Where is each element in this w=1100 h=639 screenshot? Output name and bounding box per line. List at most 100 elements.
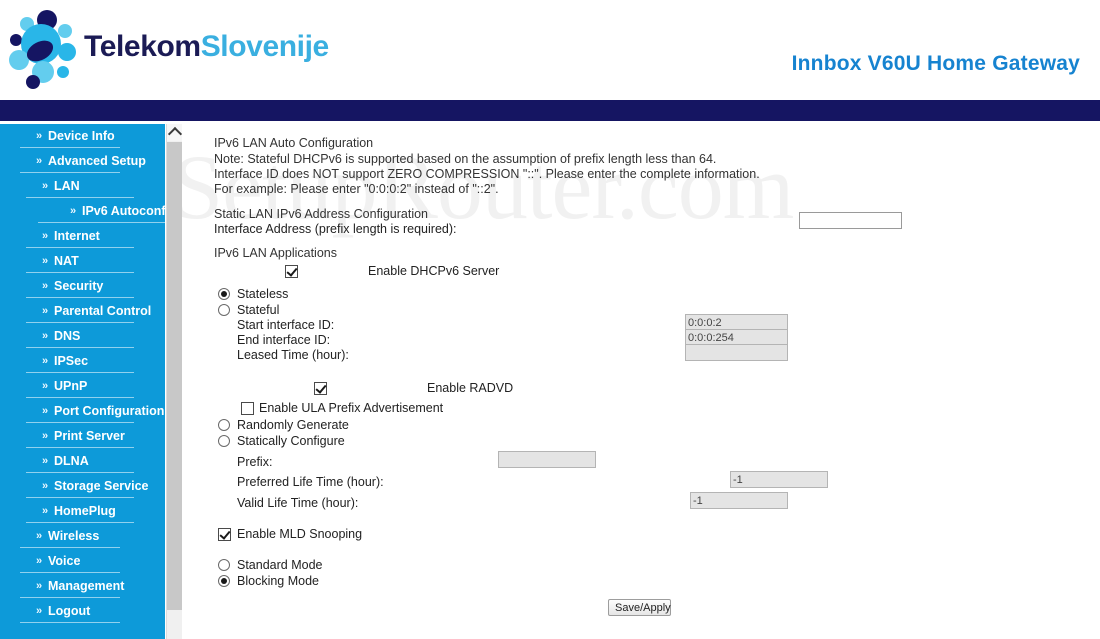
- sidebar-item-voice[interactable]: » Voice: [0, 549, 165, 574]
- sidebar-item-advanced-setup[interactable]: » Advanced Setup: [0, 149, 165, 174]
- enable-radvd-label: Enable RADVD: [427, 381, 514, 395]
- sidebar-item-label: UPnP: [54, 379, 88, 393]
- chevron-right-icon: »: [36, 155, 43, 167]
- sidebar-item-ipsec[interactable]: » IPSec: [0, 349, 165, 374]
- sidebar-item-internet[interactable]: » Internet: [0, 224, 165, 249]
- sidebar-item-label: IPv6 Autoconfig: [82, 204, 165, 218]
- sidebar-item-divider: [20, 572, 120, 573]
- leased-time-input[interactable]: [685, 344, 788, 361]
- preferred-life-time-input[interactable]: [730, 471, 828, 488]
- chevron-right-icon: »: [42, 430, 49, 442]
- chevron-right-icon: »: [42, 405, 49, 417]
- enable-ula-checkbox[interactable]: [241, 402, 254, 415]
- chevron-right-icon: »: [36, 555, 43, 567]
- sidebar-item-divider: [26, 347, 134, 348]
- sidebar-item-divider: [26, 372, 134, 373]
- sidebar-item-dns[interactable]: » DNS: [0, 324, 165, 349]
- sidebar-item-label: NAT: [54, 254, 79, 268]
- sidebar-item-nat[interactable]: » NAT: [0, 249, 165, 274]
- chevron-right-icon: »: [36, 605, 43, 617]
- chevron-right-icon: »: [36, 580, 43, 592]
- sidebar-item-label: IPSec: [54, 354, 89, 368]
- sidebar-item-label: Storage Service: [54, 479, 149, 493]
- statically-configure-radio[interactable]: [218, 435, 230, 447]
- scroll-up-button[interactable]: [167, 124, 183, 142]
- sidebar-scrollbar[interactable]: [166, 124, 183, 639]
- sidebar-item-divider: [26, 272, 134, 273]
- sidebar-item-label: Parental Control: [54, 304, 152, 318]
- sidebar-item-divider: [38, 222, 165, 223]
- sidebar-item-label: Voice: [48, 554, 81, 568]
- randomly-generate-radio[interactable]: [218, 419, 230, 431]
- chevron-right-icon: »: [42, 480, 49, 492]
- valid-life-time-input[interactable]: [690, 492, 788, 509]
- enable-ula-label: Enable ULA Prefix Advertisement: [259, 401, 444, 415]
- enable-mld-snooping-label: Enable MLD Snooping: [237, 527, 363, 541]
- product-title: Innbox V60U Home Gateway: [791, 52, 1080, 75]
- enable-dhcpv6-label: Enable DHCPv6 Server: [368, 264, 500, 278]
- sidebar-item-label: Print Server: [54, 429, 125, 443]
- sidebar-item-label: Port Configuration: [54, 404, 165, 418]
- chevron-right-icon: »: [42, 280, 49, 292]
- prefix-input[interactable]: [498, 451, 596, 468]
- sidebar-item-divider: [26, 447, 134, 448]
- enable-mld-snooping-checkbox[interactable]: [218, 528, 231, 541]
- sidebar-item-ipv6-autoconfig[interactable]: » IPv6 Autoconfig: [0, 199, 165, 224]
- sidebar-item-print-server[interactable]: » Print Server: [0, 424, 165, 449]
- sidebar-item-divider: [26, 322, 134, 323]
- chevron-up-icon: [167, 126, 183, 142]
- interface-address-input[interactable]: [799, 212, 902, 229]
- sidebar-item-divider: [20, 547, 120, 548]
- brand-primary: Telekom: [84, 30, 201, 63]
- chevron-right-icon: »: [42, 505, 49, 517]
- sidebar-item-label: Security: [54, 279, 104, 293]
- sidebar-item-security[interactable]: » Security: [0, 274, 165, 299]
- chevron-right-icon: »: [42, 330, 49, 342]
- sidebar-item-device-info[interactable]: » Device Info: [0, 124, 165, 149]
- stateful-radio[interactable]: [218, 304, 230, 316]
- standard-mode-label: Standard Mode: [237, 558, 323, 572]
- enable-radvd-checkbox[interactable]: [314, 382, 327, 395]
- chevron-right-icon: »: [42, 180, 49, 192]
- standard-mode-radio[interactable]: [218, 559, 230, 571]
- sidebar-item-dlna[interactable]: » DLNA: [0, 449, 165, 474]
- save-apply-button[interactable]: Save/Apply: [608, 599, 671, 616]
- stateless-radio[interactable]: [218, 288, 230, 300]
- brand-secondary: Slovenije: [200, 30, 330, 63]
- note-line-2: Interface ID does NOT support ZERO COMPR…: [214, 167, 760, 181]
- main-content: SetupRouter.com IPv6 LAN Auto Configurat…: [182, 124, 1100, 639]
- sidebar-item-parental-control[interactable]: » Parental Control: [0, 299, 165, 324]
- blocking-mode-radio[interactable]: [218, 575, 230, 587]
- leased-time-label: Leased Time (hour):: [237, 348, 349, 362]
- sidebar-item-logout[interactable]: » Logout: [0, 599, 165, 624]
- sidebar-item-divider: [26, 522, 134, 523]
- router-admin-page: TelekomSlovenije Innbox V60U Home Gatewa…: [0, 0, 1100, 639]
- sidebar-item-label: Wireless: [48, 529, 100, 543]
- sidebar-item-divider: [26, 297, 134, 298]
- sidebar-menu-list: » Device Info » Advanced Setup » LAN » IPv6 Aut…: [0, 124, 165, 624]
- page-title: IPv6 LAN Auto Configuration: [214, 136, 374, 150]
- start-interface-id-label: Start interface ID:: [237, 318, 335, 332]
- interface-address-label: Interface Address (prefix length is requ…: [214, 222, 457, 236]
- sidebar-item-label: Management: [48, 579, 125, 593]
- note-line-3: For example: Please enter "0:0:0:2" inst…: [214, 182, 499, 196]
- sidebar-item-divider: [26, 497, 134, 498]
- sidebar-item-divider: [20, 147, 120, 148]
- sidebar-item-lan[interactable]: » LAN: [0, 174, 165, 199]
- chevron-right-icon: »: [70, 205, 77, 217]
- sidebar-item-upnp[interactable]: » UPnP: [0, 374, 165, 399]
- enable-dhcpv6-checkbox[interactable]: [285, 265, 298, 278]
- sidebar-item-label: Logout: [48, 604, 91, 618]
- sidebar-item-management[interactable]: » Management: [0, 574, 165, 599]
- sidebar-item-storage-service[interactable]: » Storage Service: [0, 474, 165, 499]
- sidebar-item-wireless[interactable]: » Wireless: [0, 524, 165, 549]
- blocking-mode-label: Blocking Mode: [237, 574, 319, 588]
- statically-configure-label: Statically Configure: [237, 434, 345, 448]
- scrollbar-thumb[interactable]: [167, 142, 182, 610]
- navy-divider-bar: [0, 100, 1100, 121]
- chevron-right-icon: »: [42, 255, 49, 267]
- sidebar-item-homeplug[interactable]: » HomePlug: [0, 499, 165, 524]
- sidebar-item-divider: [26, 472, 134, 473]
- sidebar-item-divider: [20, 622, 120, 623]
- sidebar-item-port-configuration[interactable]: » Port Configuration: [0, 399, 165, 424]
